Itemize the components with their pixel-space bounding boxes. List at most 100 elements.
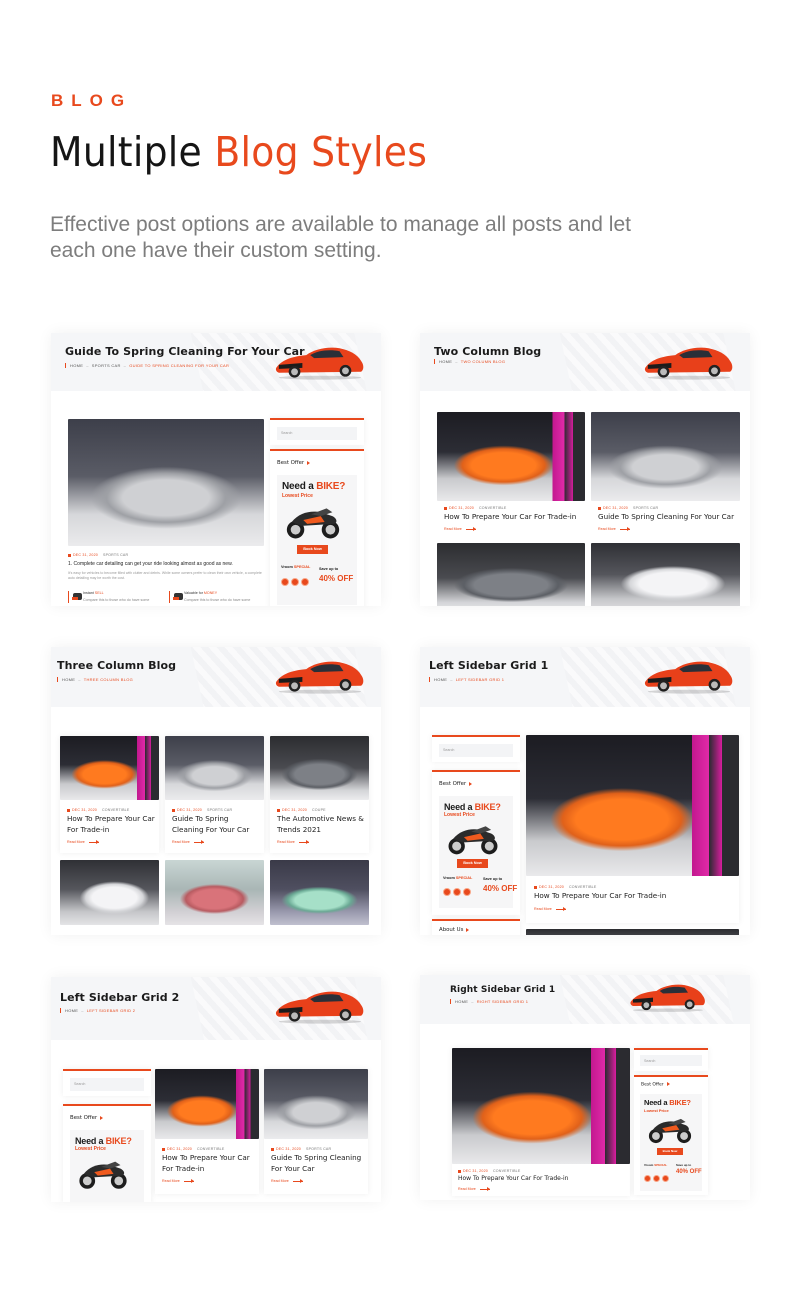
page-hero: Two Column Blog HOME – TWO COLUMN BLOG: [420, 333, 750, 391]
widget-title: Best Offer: [439, 781, 472, 787]
crumb-link[interactable]: HOME: [65, 1008, 78, 1013]
motorbike-image: [286, 508, 340, 539]
hero-title: Left Sidebar Grid 1: [429, 659, 549, 672]
post-card[interactable]: DEC 31, 2020 SPORTS CAR Guide To Spring C…: [165, 736, 264, 853]
post-card[interactable]: DEC 31, 2020 CONVERTIBLE How To Prepare Y…: [526, 735, 739, 923]
hero-title: Right Sidebar Grid 1: [450, 985, 556, 995]
post-image: [452, 1048, 630, 1164]
book-now-button[interactable]: Book Now: [657, 1148, 683, 1155]
search-input[interactable]: Search: [640, 1055, 702, 1066]
search-input[interactable]: Search: [277, 427, 357, 440]
crumb-link[interactable]: SPORTS CAR: [92, 363, 121, 368]
preview-three-column-blog[interactable]: Three Column Blog HOME – THREE COLUMN BLOG…: [51, 647, 381, 935]
ad-discount: 40% OFF: [319, 574, 354, 583]
sports-car-image: [275, 661, 364, 694]
ad-brand: Vroom SPECIAL: [443, 876, 473, 880]
best-offer-widget: Best Offer Need a BIKE? Lowest Price Boo…: [634, 1075, 708, 1195]
crumb-link[interactable]: HOME: [434, 677, 447, 682]
post-title[interactable]: Guide To Spring Cleaning For Your Car: [172, 814, 260, 835]
motorbike-image: [648, 1118, 692, 1144]
ad-subline: Lowest Price: [282, 493, 313, 499]
title-accent: Blog Styles: [214, 128, 428, 176]
post-title[interactable]: How To Prepare Your Car For Trade-in: [67, 814, 155, 835]
best-offer-widget: Best Offer Need a BIKE? Lowest Price Boo…: [432, 770, 520, 915]
title-plain: Multiple: [50, 128, 203, 176]
tire-icon: [653, 1175, 660, 1182]
bike-ad[interactable]: Need a BIKE? Lowest Price Book Now Vroom…: [640, 1094, 702, 1191]
post-card[interactable]: DEC 31, 2020 CONVERTIBLE How To Prepare Y…: [452, 1048, 630, 1196]
read-more-link[interactable]: Read More: [271, 1179, 303, 1184]
read-more-link[interactable]: Read More: [598, 527, 630, 532]
post-title[interactable]: How To Prepare Your Car For Trade-in: [444, 512, 576, 523]
post-title[interactable]: The Automotive News & Trends 2021: [277, 814, 369, 835]
crumb-link[interactable]: HOME: [455, 999, 468, 1004]
post-image[interactable]: [437, 412, 585, 501]
preview-single-post[interactable]: Guide To Spring Cleaning For Your Car HO…: [51, 333, 381, 606]
read-more-link[interactable]: Read More: [444, 527, 476, 532]
preview-left-sidebar-grid-1[interactable]: Left Sidebar Grid 1 HOME – LEFT SIDEBAR GR…: [420, 647, 750, 935]
read-more-link[interactable]: Read More: [162, 1179, 194, 1184]
search-input[interactable]: Search: [439, 744, 513, 757]
sports-car-image: [275, 991, 364, 1024]
search-input[interactable]: Search: [70, 1078, 144, 1091]
post-title[interactable]: Guide To Spring Cleaning For Your Car: [271, 1153, 366, 1174]
post-meta: DEC 31, 2020 CONVERTIBLE: [162, 1147, 224, 1151]
crumb-link[interactable]: HOME: [439, 359, 452, 364]
ad-brand: Vroom SPECIAL: [281, 565, 311, 569]
post-image[interactable]: [526, 929, 739, 935]
post-meta: DEC 31, 2020 SPORTS CAR: [271, 1147, 331, 1151]
post-card[interactable]: DEC 31, 2020 COUPE The Automotive News & …: [270, 736, 369, 853]
crumb-current: LEFT SIDEBAR GRID 2: [86, 1008, 136, 1013]
ad-discount: 40% OFF: [483, 884, 518, 893]
book-now-button[interactable]: Book Now: [297, 545, 328, 554]
badge-icon: [443, 888, 451, 896]
crumb-link[interactable]: HOME: [70, 363, 83, 368]
shield-icon: [662, 1175, 669, 1182]
post-image[interactable]: [60, 860, 159, 925]
post-meta: DEC 31, 2020 CONVERTIBLE: [458, 1169, 520, 1173]
post-card[interactable]: DEC 31, 2020 SPORTS CAR Guide To Spring C…: [264, 1069, 368, 1194]
section-description: Effective post options are available to …: [50, 213, 631, 262]
search-widget: Search: [270, 418, 364, 445]
post-lead: 1. Complete car detailing can get your r…: [68, 561, 233, 567]
post-image[interactable]: [270, 860, 369, 925]
tire-icon: [453, 888, 461, 896]
bike-ad[interactable]: Need a BIKE? Lowest Price Book Now Vroom…: [277, 475, 357, 605]
arrow-right-icon: [465, 527, 476, 532]
post-image[interactable]: [591, 543, 740, 606]
motorbike-image: [79, 1161, 127, 1189]
read-more-link[interactable]: Read More: [277, 840, 309, 845]
breadcrumb: HOME – THREE COLUMN BLOG: [57, 677, 133, 682]
post-image[interactable]: [591, 412, 740, 501]
ad-subline: Lowest Price: [75, 1146, 106, 1152]
post-featured-image[interactable]: [68, 419, 264, 546]
post-title[interactable]: How To Prepare Your Car For Trade-in: [534, 891, 666, 902]
post-card[interactable]: DEC 31, 2020 CONVERTIBLE How To Prepare Y…: [155, 1069, 259, 1194]
post-meta: DEC 31, 2020 SPORTS CAR: [172, 808, 232, 812]
post-title[interactable]: How To Prepare Your Car For Trade-in: [458, 1174, 568, 1185]
bike-ad[interactable]: Need a BIKE? Lowest Price: [70, 1130, 144, 1202]
post-title[interactable]: How To Prepare Your Car For Trade-in: [162, 1153, 257, 1174]
post-card[interactable]: DEC 31, 2020 CONVERTIBLE How To Prepare Y…: [60, 736, 159, 853]
preview-two-column-blog[interactable]: Two Column Blog HOME – TWO COLUMN BLOG DEC…: [420, 333, 750, 606]
feature-instant-sell: Instant SELL Compare this to those who do…: [68, 591, 149, 603]
read-more-link[interactable]: Read More: [458, 1187, 490, 1192]
book-now-button[interactable]: Book Now: [457, 859, 488, 868]
page-hero: Left Sidebar Grid 2 HOME – LEFT SIDEBAR GR…: [51, 977, 381, 1040]
tire-icon: [291, 578, 299, 586]
read-more-link[interactable]: Read More: [172, 840, 204, 845]
read-more-link[interactable]: Read More: [534, 907, 566, 912]
post-image[interactable]: [437, 543, 585, 606]
hero-title: Left Sidebar Grid 2: [60, 991, 180, 1004]
bike-ad[interactable]: Need a BIKE? Lowest Price Book Now Vroom…: [439, 796, 517, 908]
crumb-current: LEFT SIDEBAR GRID 1: [455, 677, 505, 682]
crumb-link[interactable]: HOME: [62, 677, 75, 682]
post-image[interactable]: [165, 860, 264, 925]
preview-right-sidebar-grid-1[interactable]: Right Sidebar Grid 1 HOME – RIGHT SIDEBAR …: [420, 975, 750, 1200]
post-category[interactable]: SPORTS CAR: [103, 553, 128, 557]
preview-left-sidebar-grid-2[interactable]: Left Sidebar Grid 2 HOME – LEFT SIDEBAR GR…: [51, 977, 381, 1202]
page-hero: Right Sidebar Grid 1 HOME – RIGHT SIDEBAR …: [420, 975, 750, 1024]
read-more-link[interactable]: Read More: [67, 840, 99, 845]
best-offer-widget: Best Offer Need a BIKE? Lowest Price: [63, 1104, 151, 1202]
post-title[interactable]: Guide To Spring Cleaning For Your Car: [598, 512, 734, 523]
